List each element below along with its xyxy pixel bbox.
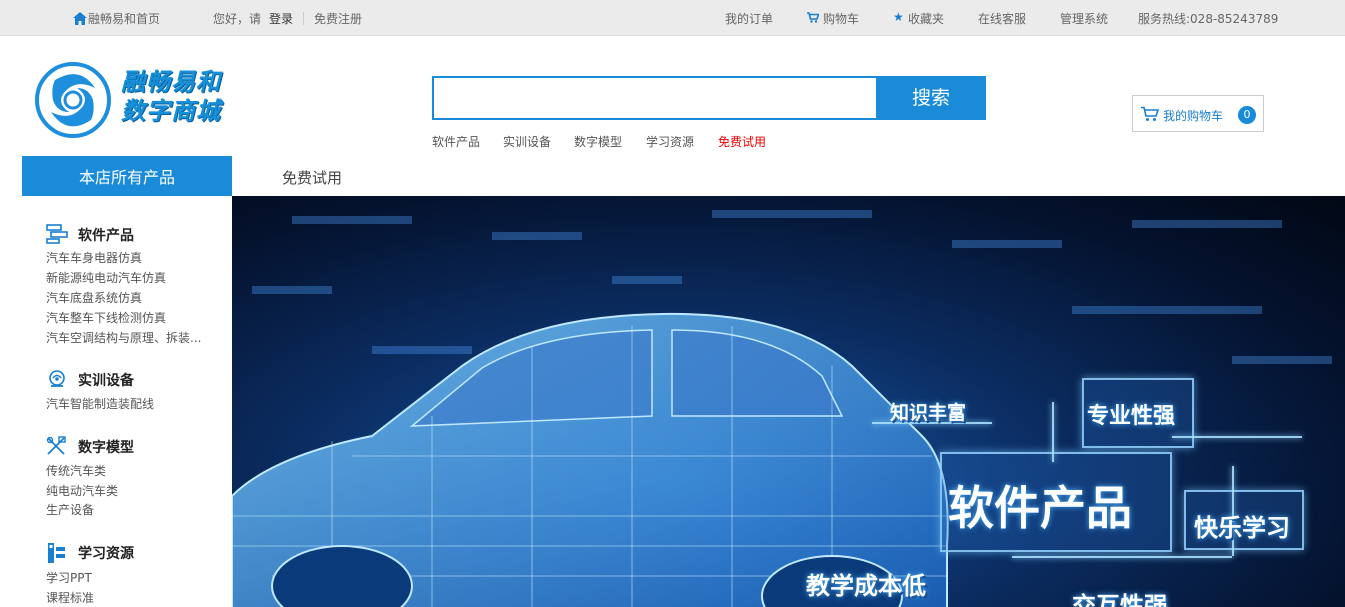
online-service-link[interactable]: 在线客服 [978,11,1026,27]
category-item[interactable]: 生产设备 [46,503,94,517]
category-item[interactable]: 汽车车身电器仿真 [46,251,142,265]
category-sidebar: 软件产品 汽车车身电器仿真 新能源纯电动汽车仿真 汽车底盘系统仿真 汽车整车下线… [22,196,232,607]
star-icon: ★ [893,10,904,24]
home-icon [73,12,87,25]
my-orders-link[interactable]: 我的订单 [725,11,773,27]
banner-tag-low-cost: 教学成本低 [806,572,926,600]
category-digital-model[interactable]: 数字模型 [46,434,226,458]
top-bar: 融畅易和首页 您好，请 登录 免费注册 我的订单 购物车 ★ 收藏夹 在线客服 … [0,0,1345,36]
hero-banner[interactable]: 知识丰富 专业性强 软件产品 快乐学习 教学成本低 交互性强 [232,196,1345,607]
banner-decoration [292,216,412,224]
banner-decoration [712,210,872,218]
category-training[interactable]: 实训设备 [46,367,226,391]
cart-count-badge: 0 [1238,106,1256,124]
learning-resources-icon [48,543,65,563]
register-link[interactable]: 免费注册 [314,11,362,27]
category-item[interactable]: 纯电动汽车类 [46,484,118,498]
category-item[interactable]: 汽车空调结构与原理、拆装... [46,331,201,345]
hotword-digital-model[interactable]: 数字模型 [574,133,622,150]
software-icon [46,224,68,244]
banner-tag-rich-knowledge: 知识丰富 [890,402,967,424]
digital-model-icon [46,436,66,455]
banner-decoration [1072,306,1262,314]
search-input[interactable] [434,78,876,118]
category-item[interactable]: 汽车智能制造装配线 [46,397,154,411]
category-software[interactable]: 软件产品 [46,222,226,246]
category-title: 数字模型 [78,440,134,456]
category-title: 学习资源 [78,546,134,562]
category-item[interactable]: 汽车底盘系统仿真 [46,291,142,305]
hotword-training[interactable]: 实训设备 [503,133,551,150]
category-title: 实训设备 [78,373,134,389]
banner-decoration [1052,402,1054,462]
banner-decoration [952,240,1062,248]
banner-decoration [1172,436,1302,438]
search-button[interactable]: 搜索 [876,76,986,120]
all-products-tab[interactable]: 本店所有产品 [22,156,232,196]
cart-icon [807,12,819,23]
cart-icon [1141,106,1159,121]
my-cart-label: 我的购物车 [1163,109,1224,123]
banner-tag-happy-learning: 快乐学习 [1194,514,1290,542]
banner-decoration [1232,356,1332,364]
my-cart-button[interactable]: 我的购物车 0 [1132,95,1264,132]
logo-line-2: 数字商城 [121,97,221,125]
logo-line-1: 融畅易和 [121,68,221,96]
favorites-link[interactable]: 收藏夹 [908,11,944,27]
category-item[interactable]: 汽车整车下线检测仿真 [46,311,166,325]
category-item[interactable]: 学习PPT [46,571,92,585]
free-trial-tab[interactable]: 免费试用 [282,167,342,188]
hotword-software[interactable]: 软件产品 [432,133,480,150]
banner-decoration [492,232,582,240]
banner-tag-software-products: 软件产品 [948,481,1132,535]
hotword-learning[interactable]: 学习资源 [646,133,694,150]
banner-decoration [1132,220,1282,228]
search-box [432,76,876,120]
wireframe-car-graphic [232,312,949,607]
banner-decoration [1012,556,1232,558]
cart-link[interactable]: 购物车 [823,11,859,27]
login-link[interactable]: 登录 [269,11,293,27]
category-title: 软件产品 [78,228,134,244]
banner-decoration [612,276,682,284]
home-link[interactable]: 融畅易和首页 [88,11,160,27]
divider [303,12,304,25]
banner-tag-interactive: 交互性强 [1072,592,1168,607]
banner-tag-professional: 专业性强 [1087,404,1176,429]
category-item[interactable]: 传统汽车类 [46,464,106,478]
category-item[interactable]: 新能源纯电动汽车仿真 [46,271,166,285]
hotword-free-trial[interactable]: 免费试用 [718,133,766,150]
admin-system-link[interactable]: 管理系统 [1060,11,1108,27]
training-equipment-icon [49,370,65,387]
logo-text: 融畅易和 数字商城 [121,68,221,126]
service-hotline: 服务热线:028-85243789 [1138,12,1279,26]
category-learning[interactable]: 学习资源 [46,540,226,564]
greeting-text: 您好，请 [213,12,262,26]
category-item[interactable]: 课程标准 [46,591,94,605]
banner-decoration [252,286,332,294]
